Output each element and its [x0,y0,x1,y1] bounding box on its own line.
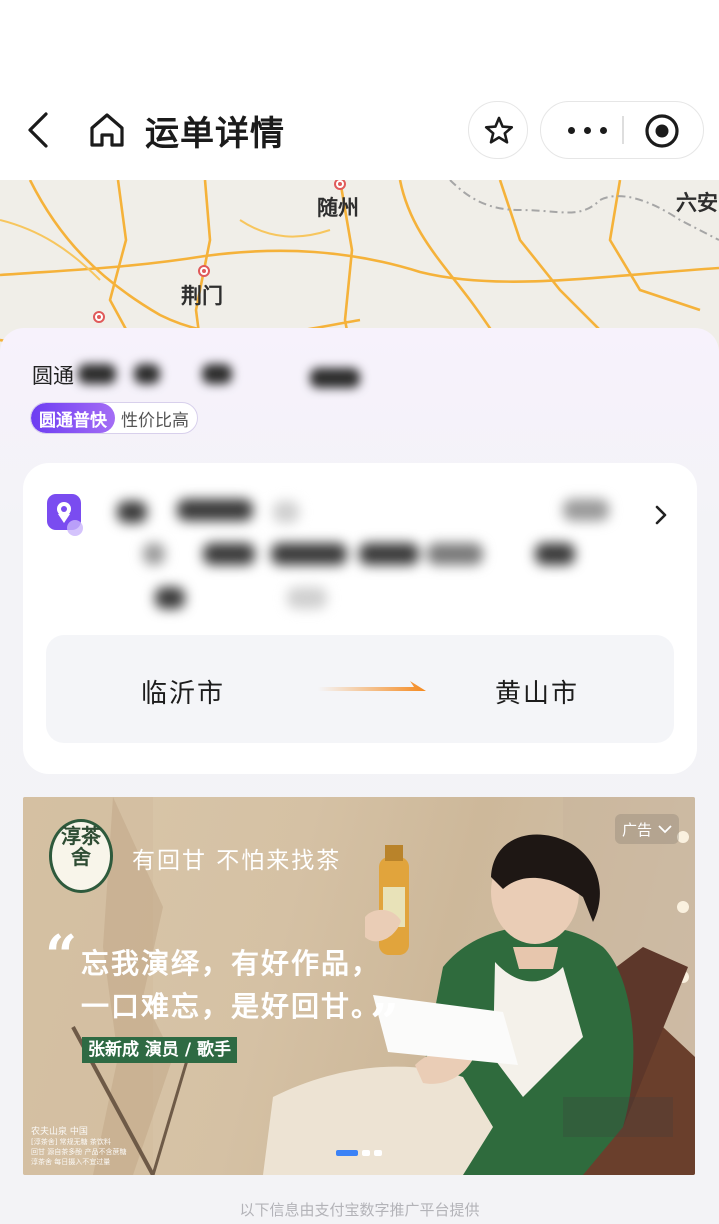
target-close-icon [645,114,679,148]
more-dots-icon [568,127,575,134]
quote-close-mark: ” [370,992,399,1051]
more-button[interactable] [555,112,619,148]
ad-fine-print-line: [淳茶舍] 常规无糖 茶饮料 [31,1138,111,1146]
more-dots-icon [584,127,591,134]
quote-open-mark: “ [45,923,78,989]
carousel-dot [362,1150,370,1156]
brand-logo-text: 淳茶舍 [61,824,101,869]
ad-fine-print-line: 回甘 源自茶多酚 产品不含蔗糖 [31,1148,127,1156]
chevron-right-icon[interactable] [651,503,671,527]
ad-disclaimer: 以下信息由支付宝数字推广平台提供 [239,1201,480,1219]
service-desc-tag: 性价比高 [121,410,189,431]
back-button[interactable] [20,108,60,152]
endorser-label: 张新成 演员 / 歌手 [82,1037,237,1063]
destination-city: 黄山市 [495,679,580,709]
page-title: 运单详情 [145,114,285,154]
ad-fine-print-line: 农夫山泉 中国 [31,1127,88,1137]
chevron-left-icon [28,112,48,148]
receiver-address-redacted [103,485,643,625]
ad-slogan: 有回甘 不怕来找茶 [132,848,342,874]
title-bar: 运单详情 [0,80,719,180]
map-label-luan: 六安 [676,191,718,215]
status-bar [0,0,719,80]
mini-program-capsule [540,101,704,159]
advertisement-banner[interactable]: 淳茶舍 有回甘 不怕来找茶 广告 “ 忘我演绎，有好作品， 一口难忘，是好回甘。… [23,797,695,1175]
brand-logo: 淳茶舍 [49,819,113,893]
map-label-jingmen: 荆门 [181,284,223,308]
star-icon [484,116,514,144]
location-pin-icon [47,494,83,536]
carousel-dot [374,1150,382,1156]
carrier-name: 圆通 [32,364,74,388]
service-tag-group: 圆通普快 性价比高 [30,402,198,434]
favorite-button[interactable] [468,101,528,159]
home-button[interactable] [86,109,128,151]
ad-badge[interactable]: 广告 [615,814,679,844]
route-summary: 临沂市 黄山市 [46,635,674,743]
ad-fine-print: 农夫山泉 中国 [淳茶舍] 常规无糖 茶饮料 回甘 源自茶多酚 产品不含蔗糖 淳… [31,1127,126,1167]
ad-quote-line-2: 一口难忘，是好回甘。 [81,990,382,1023]
origin-city: 临沂市 [141,679,226,709]
capsule-divider [622,116,624,144]
home-icon [90,113,124,147]
more-dots-icon [600,127,607,134]
close-mini-program-button[interactable] [644,113,680,149]
map-label-suizhou: 随州 [317,196,359,220]
ad-quote-line-1: 忘我演绎，有好作品， [81,947,382,980]
tracking-number-redacted [78,358,368,392]
ad-fine-print-line: 淳茶舍 每日摄入不宜过量 [31,1158,111,1166]
ad-badge-label: 广告 [622,821,653,839]
carousel-dot-active [336,1150,358,1156]
service-type-tag: 圆通普快 [31,403,115,433]
address-card: 临沂市 黄山市 [23,463,697,774]
chevron-down-icon [658,825,672,834]
route-arrow-icon [318,681,426,691]
